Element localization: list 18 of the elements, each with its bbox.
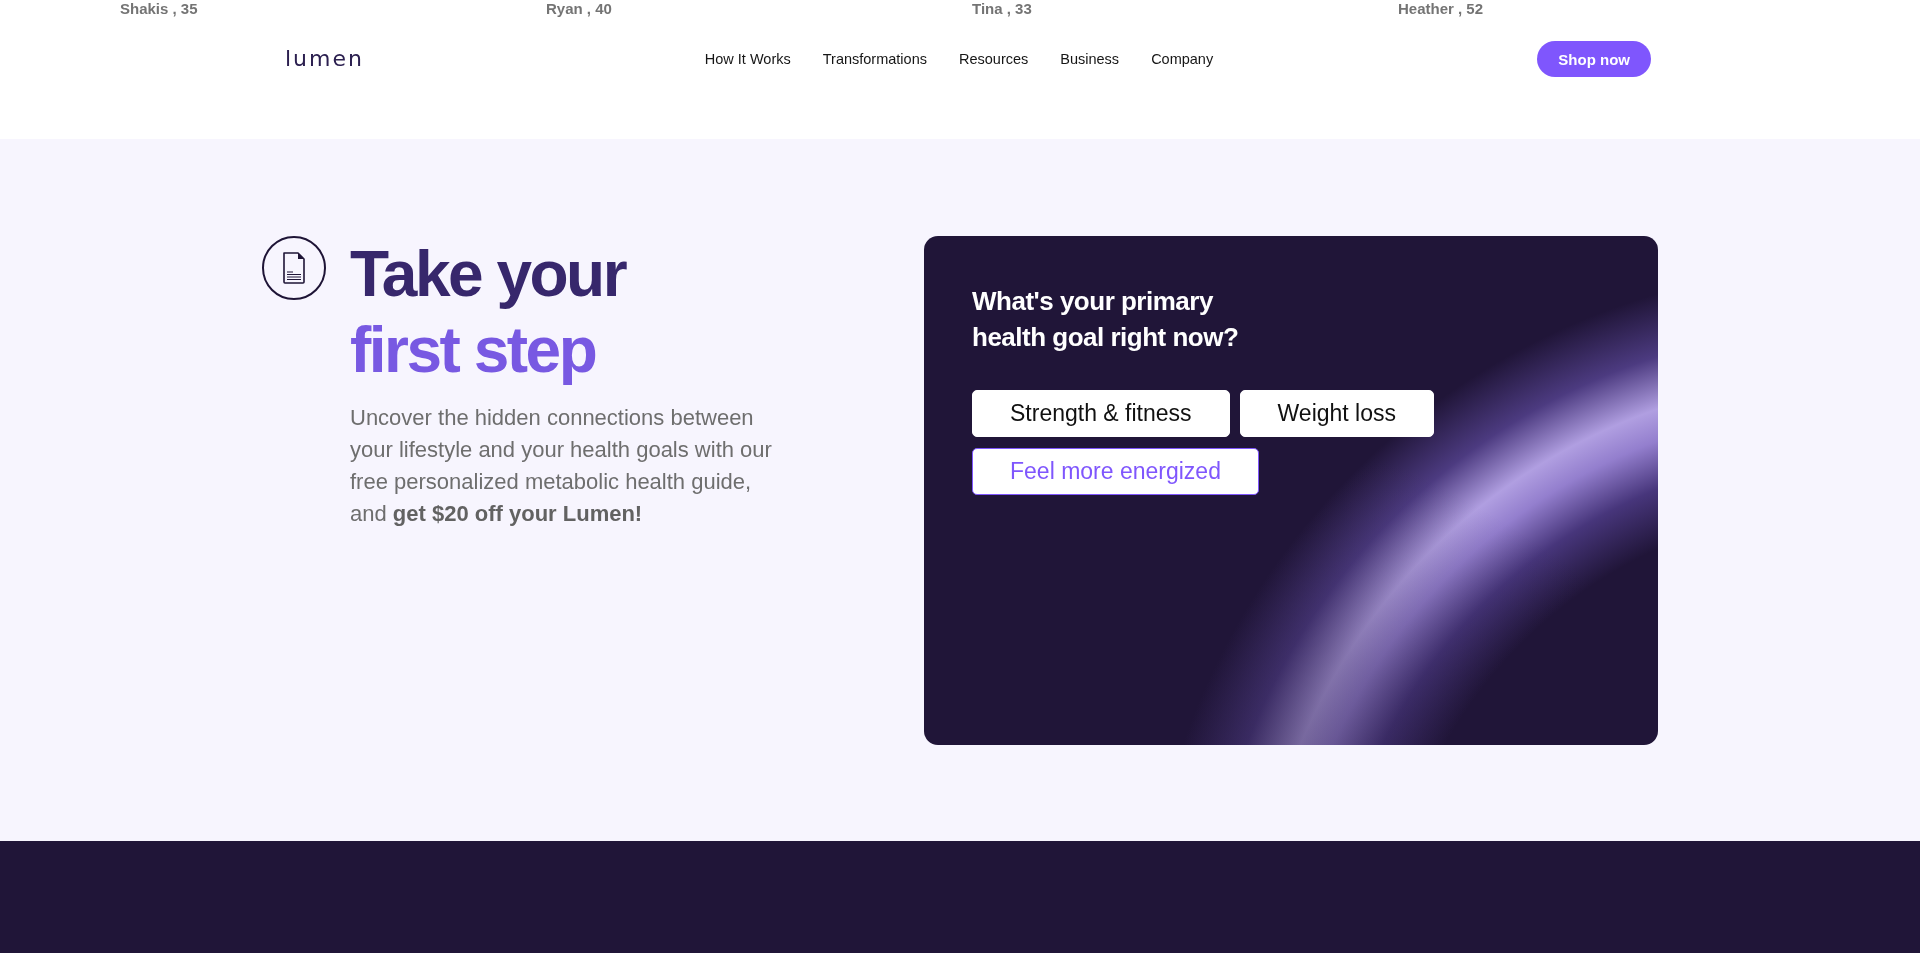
testimonial-caption: Heather , 52: [1398, 0, 1484, 18]
hero-description: Uncover the hidden connections between your lifestyle and your health goals with our free personalized metabolic health guide, and get $20 off your Lumen!: [350, 404, 773, 528]
nav-link[interactable]: How It Works: [688, 46, 807, 72]
nav-link[interactable]: Business: [1044, 46, 1136, 72]
hero-heading: Take your first step: [350, 237, 627, 388]
answer-option[interactable]: Weight loss: [1239, 390, 1434, 437]
answer-option[interactable]: Feel more energized: [972, 448, 1259, 495]
answer-option[interactable]: Strength & fitness: [972, 390, 1230, 437]
shop-now-button[interactable]: Shop now: [1537, 41, 1651, 77]
testimonial-caption: Ryan , 40: [546, 0, 612, 18]
nav-link[interactable]: Resources: [942, 46, 1045, 72]
logo[interactable]: lumen: [285, 46, 364, 72]
testimonial-caption: Shakis , 35: [120, 0, 198, 18]
nav-link[interactable]: Company: [1135, 46, 1230, 72]
testimonial-caption: Tina , 33: [972, 0, 1032, 18]
quiz-question: What's your primary health goal right now?: [972, 285, 1240, 354]
nav-link[interactable]: Transformations: [806, 46, 943, 72]
document-icon: [262, 236, 326, 300]
